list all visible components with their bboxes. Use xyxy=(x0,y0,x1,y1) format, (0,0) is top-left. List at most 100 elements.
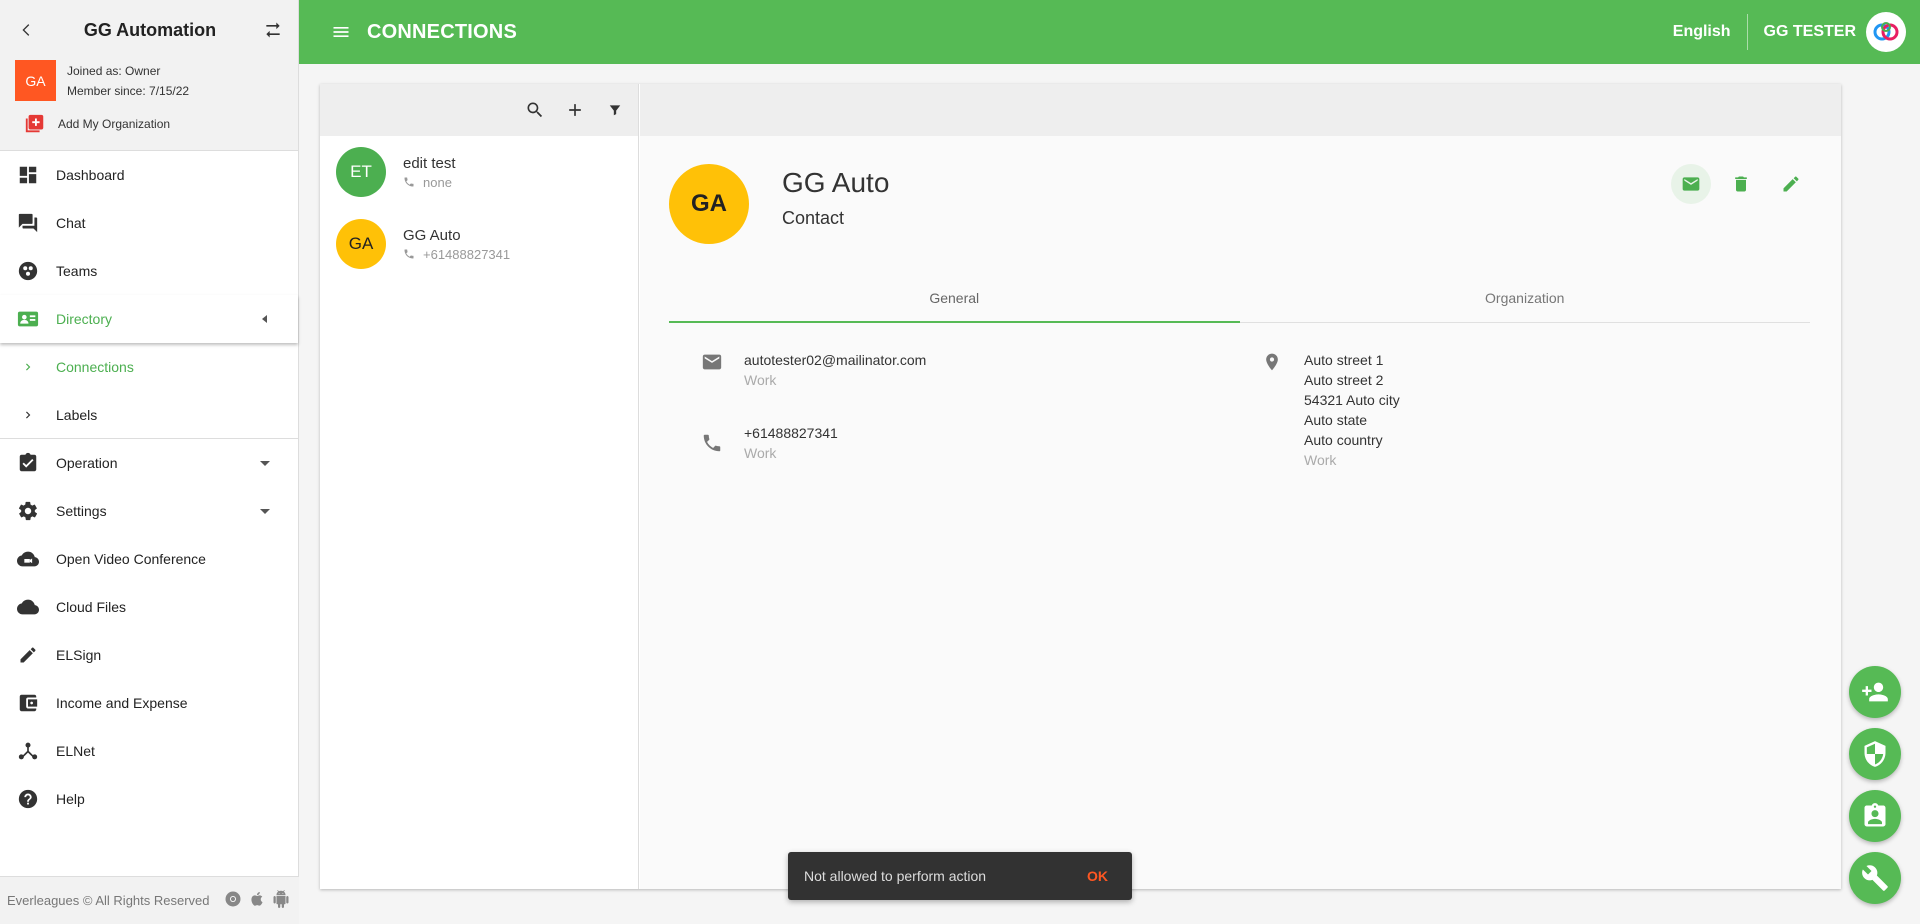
sidebar-item-operation[interactable]: Operation xyxy=(0,439,298,487)
sidebar-item-label: ELSign xyxy=(56,647,102,663)
pen-icon xyxy=(16,643,40,667)
sidebar-item-elnet[interactable]: ELNet xyxy=(0,727,298,775)
email-label: Work xyxy=(744,372,777,388)
apple-icon[interactable] xyxy=(248,890,266,911)
sidebar-item-label: Directory xyxy=(56,311,113,327)
shield-icon xyxy=(1864,741,1886,767)
sidebar-header: GG Automation GA Joined as: Owner Member… xyxy=(0,0,298,151)
filter-icon[interactable] xyxy=(602,97,628,123)
phone-value: +61488827341 xyxy=(744,425,838,441)
user-name[interactable]: GG TESTER xyxy=(1748,23,1856,41)
email-value: autotester02@mailinator.com xyxy=(744,352,927,368)
switch-org-icon[interactable] xyxy=(260,17,286,43)
detail-toolbar xyxy=(640,84,1841,136)
email-button[interactable] xyxy=(1671,164,1711,204)
sidebar-item-elsign[interactable]: ELSign xyxy=(0,631,298,679)
sidebar-item-label: Operation xyxy=(56,455,118,471)
page-title: CONNECTIONS xyxy=(367,20,517,43)
teams-icon xyxy=(16,259,40,283)
top-app-bar: CONNECTIONS English GG TESTER xyxy=(299,0,1920,64)
clipboard-check-icon xyxy=(16,451,40,475)
chat-icon xyxy=(16,211,40,235)
contact-phone: none xyxy=(423,174,452,190)
snackbar-ok-button[interactable]: OK xyxy=(1087,868,1108,884)
sidebar-item-label: Connections xyxy=(56,359,134,375)
sidebar-item-income-expense[interactable]: Income and Expense xyxy=(0,679,298,727)
sidebar-item-video-conference[interactable]: Open Video Conference xyxy=(0,535,298,583)
add-organization-link[interactable]: Add My Organization xyxy=(0,101,298,135)
sidebar-item-dashboard[interactable]: Dashboard xyxy=(0,151,298,199)
back-arrow-icon[interactable] xyxy=(14,17,40,43)
tab-organization[interactable]: Organization xyxy=(1240,273,1811,322)
add-organization-label: Add My Organization xyxy=(58,117,171,131)
connections-card: ET edit test none GA GG Auto +6148882734… xyxy=(320,84,1841,889)
sidebar-item-chat[interactable]: Chat xyxy=(0,199,298,247)
add-icon[interactable] xyxy=(562,97,588,123)
contact-phone: +61488827341 xyxy=(423,246,511,262)
caret-down-icon xyxy=(260,455,270,471)
address-line: 54321 Auto city xyxy=(1304,392,1400,408)
phone-icon xyxy=(404,177,414,187)
contact-name: edit test xyxy=(403,154,456,172)
security-fab[interactable] xyxy=(1849,728,1901,780)
edit-button[interactable] xyxy=(1771,164,1811,204)
chevron-right-icon xyxy=(16,403,40,427)
network-icon xyxy=(16,739,40,763)
email-icon xyxy=(1682,177,1700,191)
phone-label: Work xyxy=(744,445,777,461)
tools-fab[interactable] xyxy=(1849,852,1901,904)
user-avatar[interactable] xyxy=(1866,12,1906,52)
detail-avatar: GA xyxy=(669,164,749,244)
caret-left-icon xyxy=(260,311,270,327)
sidebar-item-cloud-files[interactable]: Cloud Files xyxy=(0,583,298,631)
sidebar-item-label: Dashboard xyxy=(56,167,125,183)
language-selector[interactable]: English xyxy=(1673,14,1748,50)
app-logo-icon xyxy=(1873,22,1899,41)
org-avatar: GA xyxy=(15,60,56,101)
sidebar-item-labels[interactable]: Labels xyxy=(0,391,298,439)
add-organization-icon xyxy=(24,113,46,135)
delete-button[interactable] xyxy=(1721,164,1761,204)
sidebar-item-label: Open Video Conference xyxy=(56,551,206,567)
sidebar-item-connections[interactable]: Connections xyxy=(0,343,298,391)
sidebar-item-directory[interactable]: Directory xyxy=(0,295,298,343)
contact-card-fab[interactable] xyxy=(1849,790,1901,842)
address-label: Work xyxy=(1304,452,1337,468)
copyright-text: Everleagues © All Rights Reserved xyxy=(7,893,210,908)
address-line: Auto street 2 xyxy=(1304,372,1384,388)
contact-list-item[interactable]: ET edit test none xyxy=(320,136,638,208)
sidebar-item-teams[interactable]: Teams xyxy=(0,247,298,295)
contact-avatar: GA xyxy=(336,219,386,269)
contact-detail-pane: GA GG Auto Contact General Organization … xyxy=(640,84,1841,889)
sidebar-item-help[interactable]: Help xyxy=(0,775,298,823)
address-line: Auto country xyxy=(1304,432,1383,448)
sidebar-item-label: Chat xyxy=(56,215,86,231)
sidebar-nav: Dashboard Chat Teams Directory Connectio… xyxy=(0,151,298,823)
video-cloud-icon xyxy=(16,547,40,571)
trash-icon xyxy=(1735,176,1747,192)
member-since: Member since: 7/15/22 xyxy=(67,83,190,98)
phone-icon xyxy=(700,431,724,455)
list-toolbar xyxy=(320,84,638,136)
search-icon[interactable] xyxy=(522,97,548,123)
sidebar-item-label: Cloud Files xyxy=(56,599,127,615)
joined-as: Joined as: Owner xyxy=(67,63,161,78)
android-icon[interactable] xyxy=(272,890,290,911)
directory-icon xyxy=(16,307,40,331)
chrome-icon[interactable] xyxy=(224,890,242,911)
detail-name: GG Auto xyxy=(782,167,890,198)
add-contact-fab[interactable] xyxy=(1849,666,1901,718)
chevron-right-icon xyxy=(16,355,40,379)
cloud-icon xyxy=(16,595,40,619)
hamburger-menu-icon[interactable] xyxy=(331,22,351,42)
tab-general[interactable]: General xyxy=(669,273,1240,323)
wallet-icon xyxy=(16,691,40,715)
contact-list-item[interactable]: GA GG Auto +61488827341 xyxy=(320,208,638,280)
detail-tabs: General Organization xyxy=(669,273,1810,323)
sidebar-item-label: Labels xyxy=(56,406,98,423)
org-title: GG Automation xyxy=(83,19,217,40)
email-icon xyxy=(700,350,724,374)
sidebar-item-settings[interactable]: Settings xyxy=(0,487,298,535)
sidebar-item-label: Income and Expense xyxy=(56,695,188,711)
gear-icon xyxy=(16,499,40,523)
